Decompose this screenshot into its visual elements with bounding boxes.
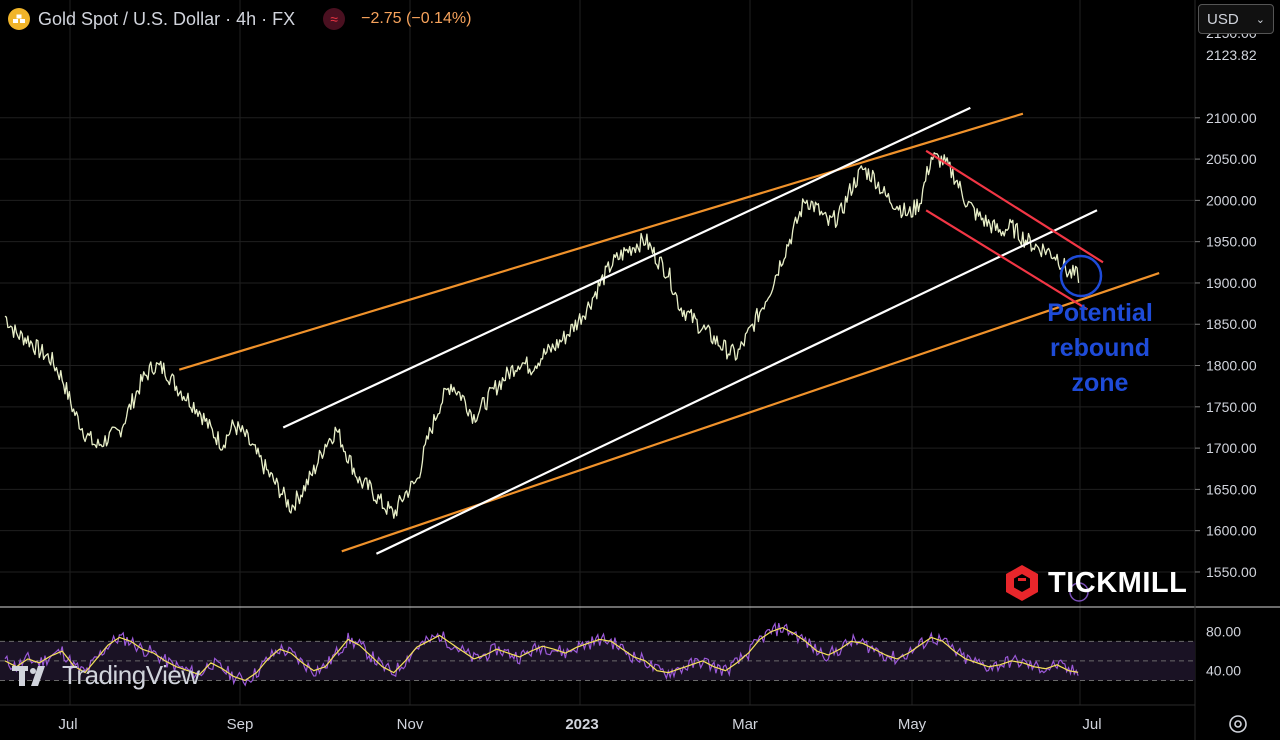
time-axis-label: Mar	[732, 716, 758, 733]
price-axis-label: 2100.00	[1206, 110, 1257, 126]
time-axis-label: Jul	[58, 716, 77, 733]
tradingview-wordmark: TradingView	[62, 660, 200, 690]
last-price-label: 2123.82	[1206, 47, 1257, 63]
price-axis-label: 1650.00	[1206, 481, 1257, 497]
trendline-white[interactable]	[282, 106, 971, 429]
annotation-line: rebound	[1050, 334, 1150, 362]
gear-icon[interactable]	[1226, 712, 1250, 736]
tickmill-hexagon-icon	[1006, 565, 1038, 601]
time-axis-label: Sep	[227, 716, 254, 733]
rsi-axis-label: 80.00	[1206, 624, 1241, 640]
rebound-zone-annotation: Potential rebound zone	[1030, 296, 1170, 401]
price-axis-label: 1850.00	[1206, 316, 1257, 332]
currency-dropdown[interactable]: USD ⌄	[1198, 4, 1274, 34]
price-axis-label: 1700.00	[1206, 440, 1257, 456]
tickmill-wordmark: TICKMILL	[1048, 566, 1188, 599]
currency-label: USD	[1207, 10, 1239, 28]
price-axis-label: 1600.00	[1206, 523, 1257, 539]
time-axis-label: 2023	[565, 716, 598, 733]
chart-header: Gold Spot / U.S. Dollar · 4h · FX ≈ −2.7…	[8, 6, 471, 32]
symbol-title[interactable]: Gold Spot / U.S. Dollar · 4h · FX	[38, 9, 295, 30]
price-change: −2.75 (−0.14%)	[361, 10, 472, 27]
tickmill-logo: TICKMILL	[1004, 564, 1187, 602]
time-axis-label: May	[898, 716, 927, 733]
time-axis-label: Nov	[397, 716, 424, 733]
gold-bars-icon	[8, 8, 30, 30]
price-axis-label: 1800.00	[1206, 358, 1257, 374]
annotation-line: zone	[1071, 369, 1129, 397]
price-series	[4, 152, 1080, 519]
rsi-axis-label: 40.00	[1206, 663, 1241, 679]
trendline-white[interactable]	[375, 209, 1098, 555]
annotation-line: Potential	[1047, 299, 1153, 327]
price-axis-label: 1550.00	[1206, 564, 1257, 580]
price-axis-label: 2000.00	[1206, 192, 1257, 208]
trendline-red[interactable]	[925, 209, 1089, 311]
price-axis-label: 1900.00	[1206, 275, 1257, 291]
tradingview-icon	[12, 665, 45, 686]
tradingview-logo: TradingView	[12, 660, 200, 691]
price-axis-label: 2050.00	[1206, 151, 1257, 167]
chevron-down-icon: ⌄	[1255, 13, 1265, 26]
price-axis-label: 1750.00	[1206, 399, 1257, 415]
time-axis-label: Jul	[1082, 716, 1101, 733]
approx-icon[interactable]: ≈	[323, 8, 346, 30]
trendline-red[interactable]	[925, 149, 1104, 264]
price-axis-label: 1950.00	[1206, 234, 1257, 250]
